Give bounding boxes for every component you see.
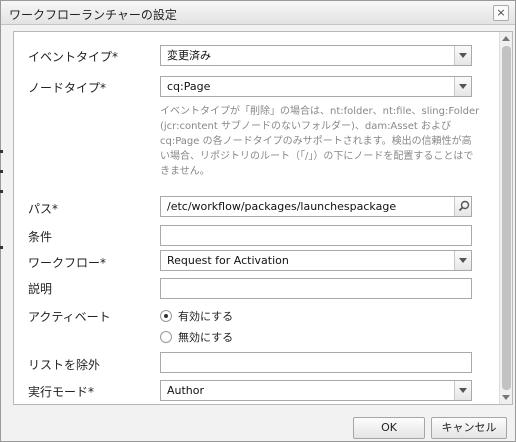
radio-enable[interactable] (160, 310, 172, 322)
run-mode-value: Author (167, 384, 205, 397)
background-edge-mark (0, 170, 3, 173)
vertical-scrollbar[interactable] (499, 32, 512, 404)
node-type-help-text: イベントタイプが「削除」の場合は、nt:folder、nt:file、sling… (160, 106, 480, 177)
scrollbar-thumb[interactable] (502, 46, 511, 390)
run-mode-label: 実行モード* (28, 385, 95, 399)
chevron-down-icon[interactable] (454, 381, 471, 400)
workflow-select[interactable]: Request for Activation (160, 250, 472, 271)
node-type-label: ノードタイプ* (28, 81, 107, 95)
search-icon[interactable] (454, 197, 471, 216)
path-label: パス* (28, 202, 59, 216)
background-edge-mark (0, 150, 3, 153)
run-mode-select[interactable]: Author (160, 380, 472, 401)
path-value: /etc/workflow/packages/launchespackage (167, 200, 397, 213)
path-input[interactable]: /etc/workflow/packages/launchespackage (160, 196, 472, 217)
node-type-value: cq:Page (167, 80, 211, 93)
exclude-list-input[interactable] (160, 352, 472, 373)
exclude-list-label: リストを除外 (28, 358, 101, 372)
scroll-up-arrow-icon[interactable] (502, 36, 510, 41)
event-type-select[interactable]: 変更済み (160, 45, 472, 66)
workflow-label: ワークフロー* (28, 256, 107, 270)
radio-disable[interactable] (160, 331, 172, 343)
ok-button[interactable]: OK (353, 417, 425, 439)
description-input[interactable] (160, 278, 472, 299)
workflow-launcher-dialog: ワークフローランチャーの設定 × イベントタイプ* 変更済み ノードタイプ* c… (0, 0, 516, 442)
close-icon[interactable]: × (493, 5, 509, 21)
chevron-down-icon[interactable] (454, 251, 471, 270)
cancel-button[interactable]: キャンセル (431, 417, 507, 439)
scroll-down-arrow-icon[interactable] (502, 395, 510, 400)
dialog-title: ワークフローランチャーの設定 (9, 8, 177, 22)
condition-input[interactable] (160, 225, 472, 246)
background-edge-mark (0, 246, 3, 249)
background-edge-mark (0, 190, 3, 193)
event-type-label: イベントタイプ* (28, 50, 119, 64)
chevron-down-icon[interactable] (454, 46, 471, 65)
workflow-value: Request for Activation (167, 254, 289, 267)
activate-option-enable[interactable]: 有効にする (160, 308, 233, 324)
dialog-titlebar[interactable]: ワークフローランチャーの設定 × (1, 1, 515, 25)
event-type-value: 変更済み (167, 49, 211, 62)
node-type-select[interactable]: cq:Page (160, 76, 472, 97)
chevron-down-icon[interactable] (454, 77, 471, 96)
activate-option-disable[interactable]: 無効にする (160, 329, 233, 345)
description-label: 説明 (28, 282, 53, 296)
condition-label: 条件 (28, 230, 53, 244)
dialog-body: イベントタイプ* 変更済み ノードタイプ* cq:Page イベントタイプが「削… (13, 31, 513, 405)
activate-label: アクティベート (28, 310, 111, 324)
